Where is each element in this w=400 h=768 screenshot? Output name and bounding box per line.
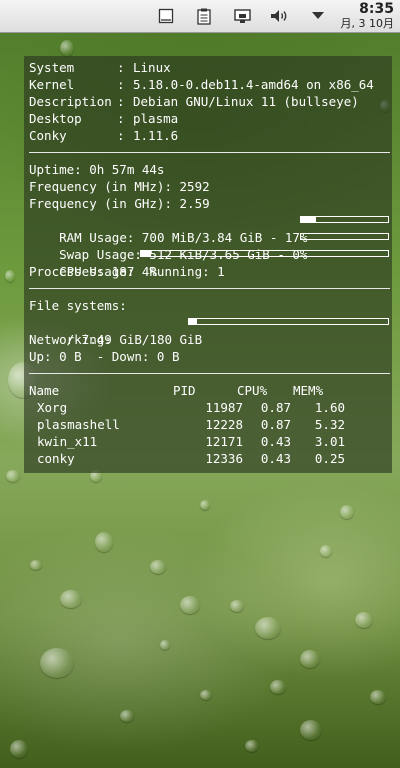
- dropdown-arrow-icon[interactable]: [308, 6, 328, 26]
- process-row: plasmashell 12228 0.87 5.32: [29, 416, 392, 433]
- process-name: kwin_x11: [37, 434, 98, 449]
- col-pid: PID: [173, 383, 196, 398]
- system-label: System: [29, 60, 75, 75]
- process-mem: 5.32: [314, 417, 345, 432]
- frequency-ghz: Frequency (in GHz): 2.59: [29, 196, 210, 211]
- colon: :: [117, 111, 125, 126]
- process-table-header: Name PID CPU% MEM%: [29, 382, 392, 399]
- top-panel: 8:35 月, 3 10月: [0, 0, 400, 33]
- process-pid: 11987: [205, 400, 243, 415]
- kernel-label: Kernel: [29, 77, 75, 92]
- networking-title: Networking:: [29, 332, 112, 347]
- description-row: Description: Debian GNU/Linux 11 (bullsey…: [29, 93, 392, 110]
- process-mem: 1.60: [314, 400, 345, 415]
- process-pid: 12171: [205, 434, 243, 449]
- ram-usage-fill: [301, 217, 316, 222]
- swap-usage-row: Swap Usage: 512 KiB/3.65 GiB - 0%: [29, 229, 392, 262]
- filesystem-root-fill: [189, 319, 197, 324]
- ram-usage-bar: [300, 216, 389, 223]
- desktop-row: Desktop: plasma: [29, 110, 392, 127]
- process-cpu: 0.43: [260, 451, 291, 466]
- colon: :: [117, 77, 125, 92]
- process-row: kwin_x11 12171 0.43 3.01: [29, 433, 392, 450]
- clock-date: 月, 3 10月: [340, 17, 395, 30]
- process-pid: 12336: [205, 451, 243, 466]
- colon: :: [117, 94, 125, 109]
- system-tray: [156, 0, 328, 32]
- kernel-row: Kernel:5.18.0-0.deb11.4-amd64 on x86_64: [29, 76, 392, 93]
- process-name: plasmashell: [37, 417, 120, 432]
- process-row: conky 12336 0.43 0.25: [29, 450, 392, 467]
- process-row: Xorg 11987 0.87 1.60: [29, 399, 392, 416]
- filesystem-root-row: / 7.49 GiB/180 GiB: [29, 314, 392, 347]
- colon: :: [117, 128, 125, 143]
- conky-widget: System: Linux Kernel:5.18.0-0.deb11.4-amd…: [24, 56, 392, 473]
- conky-label: Conky: [29, 128, 67, 143]
- processes: Processes: 187 Running: 1: [29, 264, 225, 279]
- conky-version-row: Conky:1.11.6: [29, 127, 392, 144]
- col-cpu: CPU%: [237, 383, 268, 398]
- col-name: Name: [29, 383, 60, 398]
- divider: [29, 280, 392, 297]
- colon: :: [117, 60, 125, 75]
- divider: [29, 365, 392, 382]
- cpu-usage-row: CPU Usage: 4%: [29, 246, 392, 279]
- window-icon[interactable]: [156, 6, 176, 26]
- cpu-usage-fill: [141, 251, 151, 256]
- system-value: Linux: [133, 60, 171, 75]
- kernel-value: 5.18.0-0.deb11.4-amd64 on x86_64: [133, 77, 374, 92]
- clock[interactable]: 8:35 月, 3 10月: [330, 1, 395, 30]
- desktop-label: Desktop: [29, 111, 82, 126]
- desktop-value: plasma: [133, 111, 179, 126]
- network-icon[interactable]: [232, 6, 252, 26]
- uptime: Uptime: 0h 57m 44s: [29, 162, 165, 177]
- process-cpu: 0.43: [260, 434, 291, 449]
- process-cpu: 0.87: [260, 417, 291, 432]
- clock-time: 8:35: [359, 1, 394, 17]
- process-cpu: 0.87: [260, 400, 291, 415]
- process-name: conky: [37, 451, 75, 466]
- filesystems-title: File systems:: [29, 298, 127, 313]
- clipboard-icon[interactable]: [194, 6, 214, 26]
- divider: [29, 144, 392, 161]
- volume-icon[interactable]: [270, 6, 290, 26]
- process-name: Xorg: [37, 400, 68, 415]
- network-traffic: Up: 0 B - Down: 0 B: [29, 349, 180, 364]
- cpu-usage-bar: [140, 250, 389, 257]
- description-value: Debian GNU/Linux 11 (bullseye): [133, 94, 359, 109]
- description-label: Description: [29, 94, 112, 109]
- frequency-mhz: Frequency (in MHz): 2592: [29, 179, 210, 194]
- swap-usage-bar: [300, 233, 389, 240]
- ram-usage-row: RAM Usage: 700 MiB/3.84 GiB - 17%: [29, 212, 392, 245]
- process-pid: 12228: [205, 417, 243, 432]
- system-row: System: Linux: [29, 59, 392, 76]
- process-mem: 3.01: [314, 434, 345, 449]
- conky-version-value: 1.11.6: [133, 128, 179, 143]
- filesystem-root-bar: [188, 318, 389, 325]
- process-mem: 0.25: [314, 451, 345, 466]
- col-mem: MEM%: [293, 383, 324, 398]
